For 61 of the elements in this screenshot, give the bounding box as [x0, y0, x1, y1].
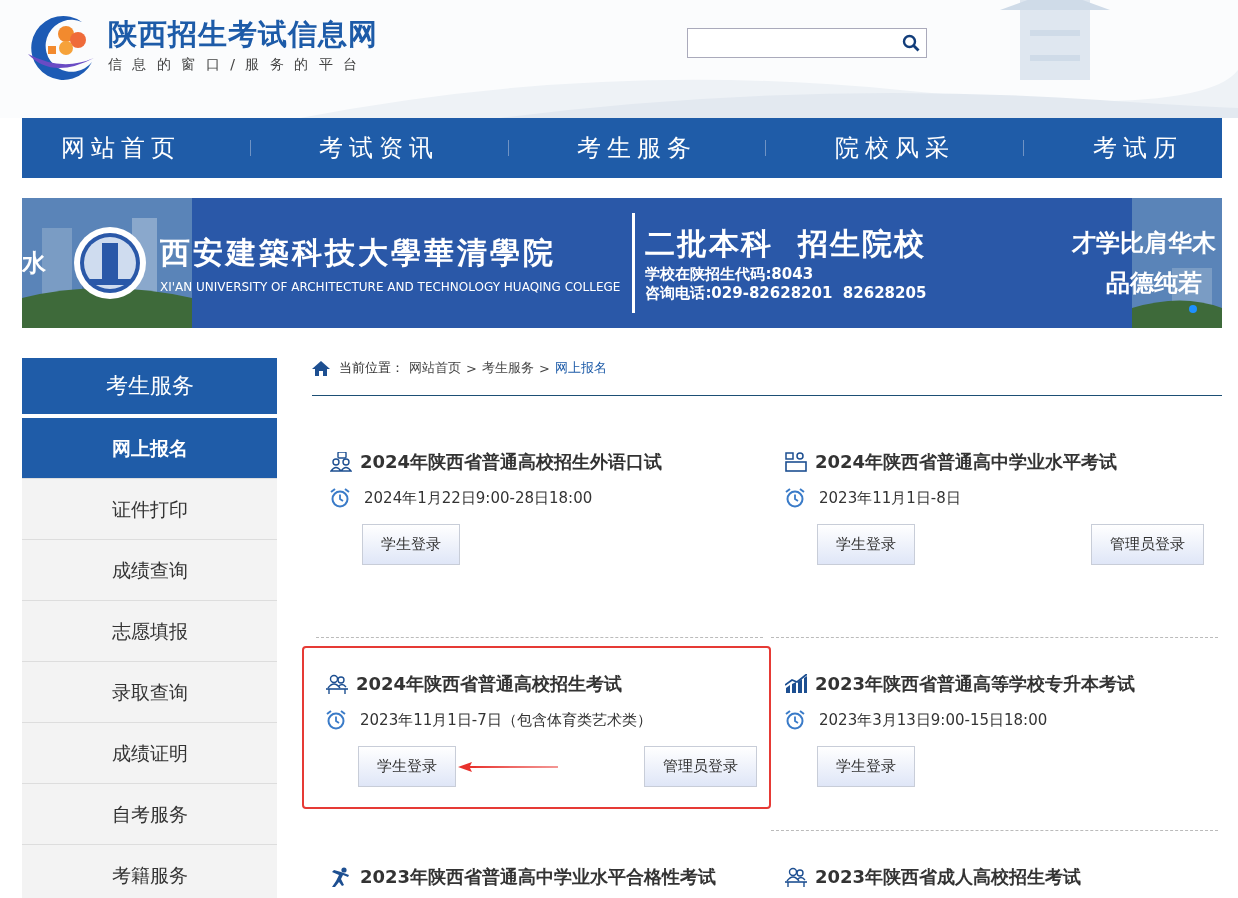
growth-chart-icon: [785, 674, 807, 694]
home-icon: [312, 360, 330, 376]
alarm-clock-icon: [785, 488, 805, 508]
site-slogan: 信 息 的 窗 口 / 服 务 的 平 台: [108, 56, 362, 74]
breadcrumb-link[interactable]: 网站首页: [409, 359, 461, 377]
sidebar-item[interactable]: 证件打印: [22, 479, 277, 540]
sidebar-item[interactable]: 成绩证明: [22, 723, 277, 784]
banner-headline: 二批本科 招生院校: [645, 224, 927, 263]
school-name: 西安建築科技大學華清學院: [160, 233, 557, 272]
school-emblem-icon: [72, 225, 148, 301]
breadcrumb-link[interactable]: 考生服务: [481, 359, 534, 377]
exam-title: 2023年陕西省普通高等学校专升本考试: [815, 672, 1136, 696]
exam-date: 2023年11月1日-8日: [819, 488, 961, 508]
nav-item[interactable]: 院校风采: [824, 128, 965, 168]
exam-date: 2023年11月1日-7日（包含体育类艺术类）: [360, 710, 652, 730]
sidebar-title: 考生服务: [22, 358, 277, 414]
login-button[interactable]: 学生登录: [817, 746, 915, 787]
banner-text: 学校在陕招生代码:8043: [645, 264, 815, 284]
sidebar-item[interactable]: 网上报名: [22, 418, 277, 479]
login-button[interactable]: 管理员登录: [1091, 524, 1204, 565]
search-field[interactable]: [687, 28, 927, 58]
login-button[interactable]: 学生登录: [362, 524, 460, 565]
exam-date: 2023年3月13日9:00-15日18:00: [819, 710, 1048, 730]
breadcrumb-separator: >: [466, 360, 477, 376]
sidebar-item[interactable]: 录取查询: [22, 662, 277, 723]
breadcrumb-separator: >: [538, 360, 550, 376]
banner-motto: 才学比肩华木: [1072, 227, 1216, 259]
exam-title: 2024年陕西省普通高中学业水平考试: [815, 450, 1118, 474]
banner-motto: 品德纯若: [1105, 267, 1202, 299]
nav-item[interactable]: 考试资讯: [309, 128, 450, 168]
search-icon: [902, 34, 920, 52]
people-icon: [330, 452, 352, 472]
runner-icon: [330, 867, 352, 887]
login-button[interactable]: 管理员登录: [644, 746, 757, 787]
sidebar-item[interactable]: 成绩查询: [22, 540, 277, 601]
sidebar-item[interactable]: 自考服务: [22, 784, 277, 845]
school-name-english: XI'AN UNIVERSITY OF ARCHITECTURE AND TECHNOLOGY HUAQING COLLEGE: [160, 279, 621, 294]
banner-text: 咨询电话:029-82628201 82628205: [645, 283, 927, 303]
nav-item[interactable]: 考生服务: [566, 128, 707, 168]
banner-text: 水: [22, 248, 47, 279]
people-icon: [326, 674, 348, 694]
exam-title: 2024年陕西省普通高校招生外语口试: [360, 450, 663, 474]
alarm-clock-icon: [326, 710, 346, 730]
breadcrumb-link[interactable]: 网上报名: [554, 359, 607, 377]
alarm-clock-icon: [785, 710, 805, 730]
desk-icon: [785, 452, 807, 472]
nav-item[interactable]: 网站首页: [51, 128, 192, 168]
login-button[interactable]: 学生登录: [358, 746, 456, 787]
sidebar-item[interactable]: 考籍服务: [22, 845, 277, 898]
sidebar-item[interactable]: 志愿填报: [22, 601, 277, 662]
site-title: 陕西招生考试信息网: [108, 16, 378, 52]
nav-item[interactable]: 考试历: [1082, 128, 1193, 168]
exam-date: 2024年1月22日9:00-28日18:00: [364, 488, 593, 508]
people-icon: [785, 867, 807, 887]
arrow-icon: [458, 762, 558, 772]
login-button[interactable]: 学生登录: [817, 524, 915, 565]
exam-title: 2023年陕西省成人高校招生考试: [815, 865, 1082, 889]
alarm-clock-icon: [330, 488, 350, 508]
exam-title: 2023年陕西省普通高中学业水平合格性考试: [360, 865, 717, 889]
exam-title: 2024年陕西省普通高校招生考试: [356, 672, 623, 696]
breadcrumb-label: 当前位置：: [339, 359, 404, 377]
